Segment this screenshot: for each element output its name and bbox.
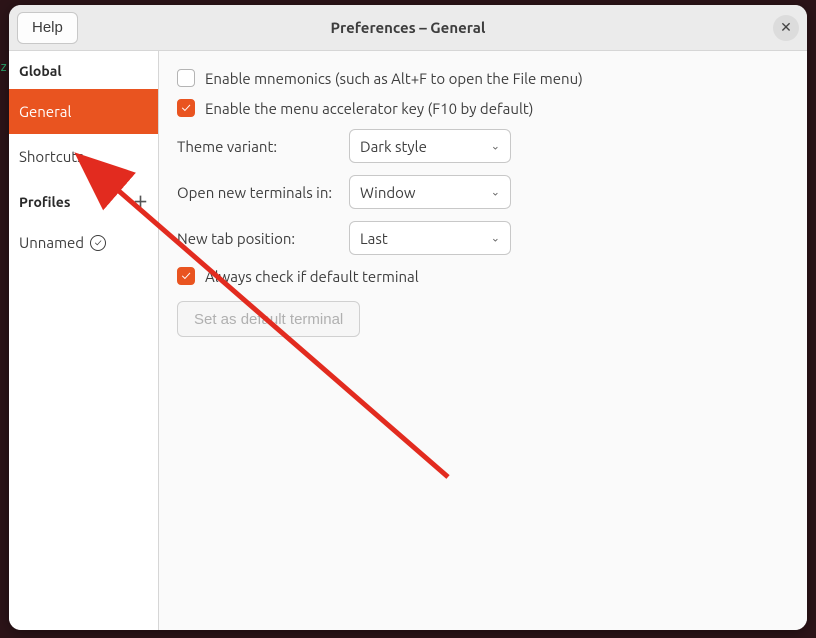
sidebar: Global General Shortcuts Profiles ＋ Unna… (9, 51, 159, 630)
profiles-label: Profiles (19, 194, 70, 210)
close-icon: ✕ (780, 19, 792, 36)
label-theme-variant: Theme variant: (177, 138, 339, 155)
background-text: z (0, 60, 7, 74)
sidebar-item-general[interactable]: General (9, 89, 158, 134)
label-open-new-terminals: Open new terminals in: (177, 184, 339, 201)
label-enable-menu-accel: Enable the menu accelerator key (F10 by … (205, 100, 534, 117)
select-theme-variant-value: Dark style (360, 138, 427, 155)
checkbox-always-check-default[interactable]: ✓ (177, 267, 195, 285)
row-theme-variant: Theme variant: Dark style ⌄ (177, 129, 789, 163)
default-profile-icon: ✓ (90, 235, 106, 251)
label-new-tab-position: New tab position: (177, 230, 339, 247)
content-pane: Enable mnemonics (such as Alt+F to open … (159, 51, 807, 630)
profile-label: Unnamed (19, 234, 84, 251)
chevron-down-icon: ⌄ (491, 186, 500, 199)
select-open-new-terminals-value: Window (360, 184, 416, 201)
row-enable-menu-accel: ✓ Enable the menu accelerator key (F10 b… (177, 99, 789, 117)
row-open-new-terminals: Open new terminals in: Window ⌄ (177, 175, 789, 209)
add-profile-icon[interactable]: ＋ (133, 191, 148, 212)
checkbox-enable-mnemonics[interactable] (177, 69, 195, 87)
select-theme-variant[interactable]: Dark style ⌄ (349, 129, 511, 163)
chevron-down-icon: ⌄ (491, 232, 500, 245)
label-enable-mnemonics: Enable mnemonics (such as Alt+F to open … (205, 70, 583, 87)
label-always-check-default: Always check if default terminal (205, 268, 419, 285)
row-enable-mnemonics: Enable mnemonics (such as Alt+F to open … (177, 69, 789, 87)
preferences-window: Help Preferences – General ✕ Global Gene… (9, 5, 807, 630)
sidebar-item-shortcuts[interactable]: Shortcuts (9, 134, 158, 179)
titlebar: Help Preferences – General ✕ (9, 5, 807, 51)
select-open-new-terminals[interactable]: Window ⌄ (349, 175, 511, 209)
checkbox-enable-menu-accel[interactable]: ✓ (177, 99, 195, 117)
sidebar-header-global: Global (9, 51, 158, 89)
row-always-check-default: ✓ Always check if default terminal (177, 267, 789, 285)
window-body: Global General Shortcuts Profiles ＋ Unna… (9, 51, 807, 630)
set-default-terminal-button: Set as default terminal (177, 301, 360, 337)
select-new-tab-position-value: Last (360, 230, 388, 247)
help-button[interactable]: Help (17, 12, 78, 44)
profile-item-unnamed[interactable]: Unnamed ✓ (9, 222, 158, 263)
close-button[interactable]: ✕ (773, 15, 799, 41)
chevron-down-icon: ⌄ (491, 140, 500, 153)
row-new-tab-position: New tab position: Last ⌄ (177, 221, 789, 255)
select-new-tab-position[interactable]: Last ⌄ (349, 221, 511, 255)
sidebar-header-profiles: Profiles ＋ (9, 179, 158, 222)
window-title: Preferences – General (9, 19, 807, 36)
